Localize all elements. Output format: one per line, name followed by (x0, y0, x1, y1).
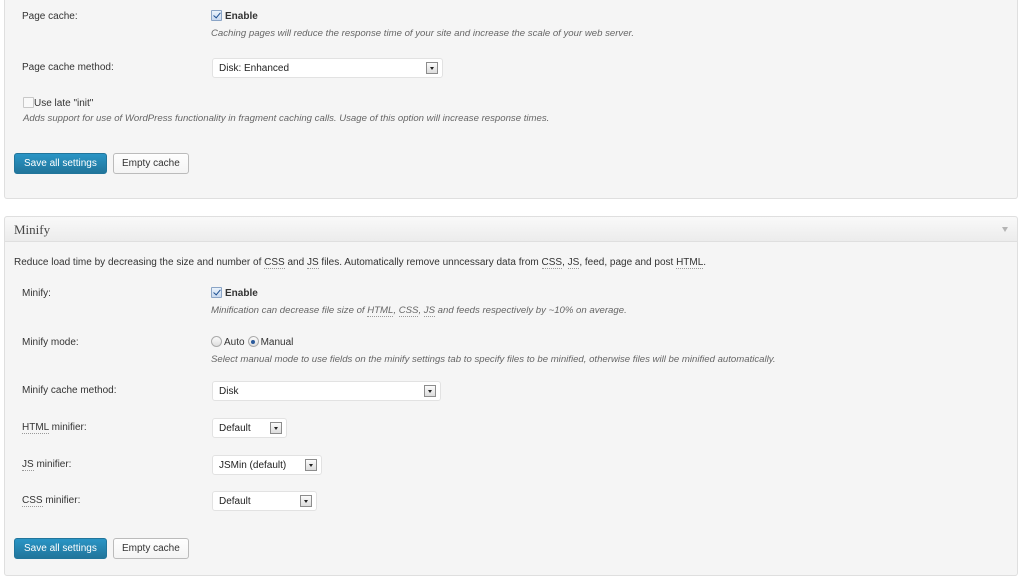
css-minifier-label: CSS minifier: (22, 495, 81, 507)
late-init-description: Adds support for use of WordPress functi… (23, 113, 550, 124)
js-minifier-select[interactable]: JSMin (default) (212, 455, 322, 475)
chevron-down-icon[interactable] (305, 459, 317, 471)
minify-panel-header[interactable]: Minify (5, 217, 1017, 242)
intro-text-part: , feed, page and post (579, 257, 677, 268)
page-cache-panel: Page cache: Enable Caching pages will re… (4, 0, 1018, 199)
page-cache-method-label: Page cache method: (22, 62, 114, 73)
desc-text-part: Minification can decrease file size of (211, 305, 368, 316)
minify-cache-method-label: Minify cache method: (22, 385, 117, 396)
html-minifier-value: Default (219, 423, 251, 434)
abbr-js: JS (306, 257, 319, 269)
minify-cache-method-select[interactable]: Disk (212, 381, 441, 401)
minify-mode-description: Select manual mode to use fields on the … (211, 354, 776, 365)
collapse-arrow-icon[interactable] (1002, 227, 1008, 232)
page-cache-label: Page cache: (22, 11, 78, 22)
minify-mode-manual-radio[interactable] (247, 336, 259, 347)
minify-mode-auto-radio[interactable] (211, 336, 222, 347)
minify-mode-radio-group: Auto Manual (211, 336, 296, 348)
empty-cache-button[interactable]: Empty cache (113, 153, 189, 174)
html-minifier-select[interactable]: Default (212, 418, 287, 438)
save-all-settings-button[interactable]: Save all settings (14, 538, 107, 559)
abbr-html: HTML (22, 422, 49, 434)
minify-mode-manual-label[interactable]: Manual (261, 337, 294, 348)
desc-text-part: and feeds respectively by ~10% on averag… (435, 305, 627, 316)
page-cache-checkbox[interactable] (211, 10, 222, 21)
minify-enable-label: Enable (225, 288, 258, 299)
minify-cache-method-value: Disk (219, 386, 239, 397)
html-minifier-label: HTML minifier: (22, 422, 87, 434)
abbr-js: JS (423, 305, 435, 317)
css-minifier-value: Default (219, 496, 251, 507)
abbr-css: CSS (398, 305, 419, 317)
desc-text-part: , (418, 305, 424, 316)
chevron-down-icon[interactable] (270, 422, 282, 434)
intro-text-part: , (562, 257, 568, 268)
chevron-down-icon[interactable] (424, 385, 436, 397)
late-init-option[interactable]: Use late "init" (23, 97, 93, 109)
minify-intro-text: Reduce load time by decreasing the size … (14, 257, 707, 269)
label-text-part: minifier: (33, 459, 72, 470)
intro-text-part: Reduce load time by decreasing the size … (14, 257, 265, 268)
js-minifier-label: JS minifier: (22, 459, 72, 471)
page-cache-enable[interactable]: Enable (211, 10, 258, 22)
minify-panel: Minify Reduce load time by decreasing th… (4, 216, 1018, 576)
abbr-js: JS (567, 257, 580, 269)
abbr-css: CSS (22, 495, 43, 507)
late-init-checkbox[interactable] (23, 97, 34, 108)
minify-label: Minify: (22, 288, 51, 299)
minify-enable[interactable]: Enable (211, 287, 258, 299)
save-all-settings-button[interactable]: Save all settings (14, 153, 107, 174)
intro-text-part: . (703, 257, 707, 268)
empty-cache-button[interactable]: Empty cache (113, 538, 189, 559)
page-cache-method-value: Disk: Enhanced (219, 63, 290, 74)
css-minifier-select[interactable]: Default (212, 491, 317, 511)
page-cache-enable-label: Enable (225, 11, 258, 22)
abbr-html: HTML (367, 305, 394, 317)
abbr-css: CSS (541, 257, 563, 269)
label-text-part: minifier: (48, 422, 87, 433)
minify-mode-label: Minify mode: (22, 337, 79, 348)
chevron-down-icon[interactable] (426, 62, 438, 74)
intro-text-part: files. Automatically remove unncessary d… (318, 257, 542, 268)
abbr-css: CSS (264, 257, 285, 269)
page-cache-description: Caching pages will reduce the response t… (211, 28, 635, 39)
intro-text-part: and (284, 257, 307, 268)
label-text-part: minifier: (42, 495, 81, 506)
minify-description: Minification can decrease file size of H… (211, 305, 627, 317)
abbr-js: JS (22, 459, 34, 471)
chevron-down-icon[interactable] (300, 495, 312, 507)
minify-checkbox[interactable] (211, 287, 222, 298)
js-minifier-value: JSMin (default) (219, 460, 287, 471)
abbr-html: HTML (676, 257, 704, 269)
page-cache-method-select[interactable]: Disk: Enhanced (212, 58, 443, 78)
desc-text-part: , (393, 305, 399, 316)
minify-mode-auto-label[interactable]: Auto (224, 337, 245, 348)
minify-panel-title: Minify (14, 222, 51, 237)
late-init-label: Use late "init" (34, 98, 94, 109)
